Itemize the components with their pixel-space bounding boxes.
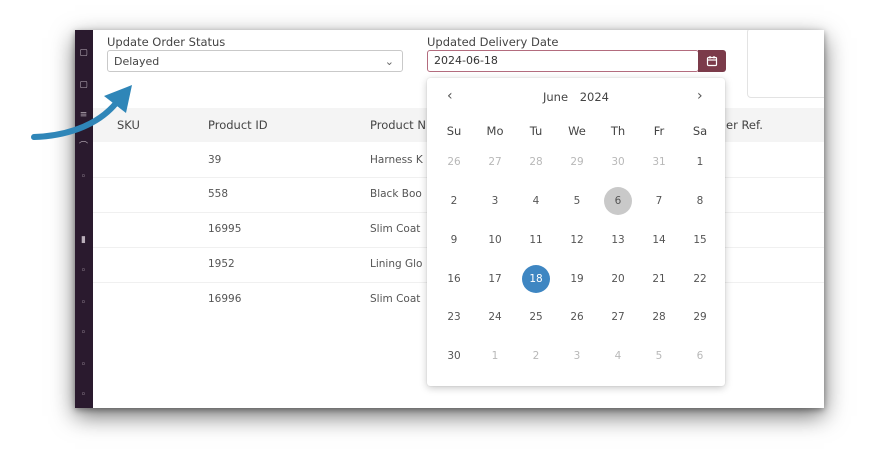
calendar-day[interactable]: 6 bbox=[604, 187, 632, 215]
sidebar: ▢ ▢ ≡ ⌒ ◦ ▮ ◦ ◦ ◦ ◦ ◦ bbox=[75, 30, 93, 408]
calendar-day[interactable]: 31 bbox=[645, 148, 673, 176]
delivery-date-input[interactable]: 2024-06-18 bbox=[427, 50, 699, 72]
calendar-day[interactable]: 26 bbox=[563, 303, 591, 331]
product-id-cell: 16995 bbox=[208, 223, 242, 235]
product-id-cell: 16996 bbox=[208, 293, 242, 305]
calendar-day[interactable]: 5 bbox=[563, 187, 591, 215]
calendar-icon bbox=[706, 56, 718, 67]
column-header-product-name[interactable]: Product N bbox=[370, 118, 426, 132]
sidebar-icon[interactable]: ▮ bbox=[78, 235, 89, 245]
sidebar-icon[interactable]: ≡ bbox=[78, 110, 89, 120]
calendar-day[interactable]: 29 bbox=[563, 148, 591, 176]
weekday-label: Mo bbox=[486, 124, 504, 138]
product-id-cell: 1952 bbox=[208, 258, 235, 270]
status-select[interactable]: Delayed ⌄ bbox=[107, 50, 403, 72]
calendar-day[interactable]: 8 bbox=[686, 187, 714, 215]
sidebar-icon[interactable]: ◦ bbox=[78, 390, 89, 400]
weekday-label: Fr bbox=[653, 124, 665, 138]
calendar-day[interactable]: 13 bbox=[604, 226, 632, 254]
sidebar-icon[interactable]: ⌒ bbox=[78, 142, 89, 152]
sidebar-icon[interactable]: ◦ bbox=[78, 360, 89, 370]
calendar-day[interactable]: 9 bbox=[440, 226, 468, 254]
date-value: 2024-06-18 bbox=[434, 54, 498, 67]
product-name-cell: Lining Glo bbox=[370, 258, 423, 270]
calendar-day[interactable]: 4 bbox=[604, 342, 632, 370]
weekday-label: Sa bbox=[692, 124, 708, 138]
calendar-day[interactable]: 25 bbox=[522, 303, 550, 331]
weekday-label: Tu bbox=[529, 124, 543, 138]
weekday-label: Su bbox=[446, 124, 462, 138]
sidebar-icon[interactable]: ◦ bbox=[78, 298, 89, 308]
calendar-day[interactable]: 2 bbox=[440, 187, 468, 215]
product-id-cell: 558 bbox=[208, 188, 229, 200]
calendar-day[interactable]: 19 bbox=[563, 265, 591, 293]
calendar-day[interactable]: 28 bbox=[522, 148, 550, 176]
calendar-day[interactable]: 11 bbox=[522, 226, 550, 254]
calendar-day[interactable]: 27 bbox=[604, 303, 632, 331]
calendar-day[interactable]: 5 bbox=[645, 342, 673, 370]
calendar-day[interactable]: 10 bbox=[481, 226, 509, 254]
date-label: Updated Delivery Date bbox=[427, 35, 559, 49]
summary-card bbox=[747, 30, 824, 98]
calendar-day[interactable]: 24 bbox=[481, 303, 509, 331]
calendar-day[interactable]: 23 bbox=[440, 303, 468, 331]
sidebar-icon[interactable]: ◦ bbox=[78, 172, 89, 182]
calendar-day[interactable]: 17 bbox=[481, 265, 509, 293]
column-header-order-ref[interactable]: er Ref. bbox=[726, 118, 763, 132]
calendar-day[interactable]: 2 bbox=[522, 342, 550, 370]
calendar-day[interactable]: 1 bbox=[481, 342, 509, 370]
weekday-label: We bbox=[568, 124, 586, 138]
calendar-day[interactable]: 15 bbox=[686, 226, 714, 254]
calendar-day[interactable]: 28 bbox=[645, 303, 673, 331]
date-picker: ‹ June 2024 › Su Mo Tu We Th Fr Sa 26 27 28 29 30 3… bbox=[427, 78, 725, 386]
calendar-day[interactable]: 4 bbox=[522, 187, 550, 215]
calendar-day[interactable]: 3 bbox=[481, 187, 509, 215]
column-header-sku[interactable]: SKU bbox=[117, 118, 140, 132]
product-name-cell: Harness K bbox=[370, 154, 423, 166]
weekday-label: Th bbox=[610, 124, 626, 138]
calendar-day[interactable]: 27 bbox=[481, 148, 509, 176]
status-label: Update Order Status bbox=[107, 35, 226, 49]
calendar-day[interactable]: 22 bbox=[686, 265, 714, 293]
calendar-day[interactable]: 1 bbox=[686, 148, 714, 176]
next-month-button[interactable]: › bbox=[697, 88, 703, 104]
calendar-day[interactable]: 21 bbox=[645, 265, 673, 293]
calendar-day[interactable]: 18 bbox=[522, 265, 550, 293]
month-label[interactable]: June bbox=[543, 90, 568, 104]
product-name-cell: Black Boo bbox=[370, 188, 422, 200]
month-year-title: June 2024 bbox=[427, 90, 725, 104]
product-name-cell: Slim Coat bbox=[370, 223, 421, 235]
product-name-cell: Slim Coat bbox=[370, 293, 421, 305]
calendar-day[interactable]: 29 bbox=[686, 303, 714, 331]
calendar-day[interactable]: 20 bbox=[604, 265, 632, 293]
product-id-cell: 39 bbox=[208, 154, 222, 166]
calendar-day[interactable]: 12 bbox=[563, 226, 591, 254]
calendar-day[interactable]: 30 bbox=[440, 342, 468, 370]
sidebar-icon[interactable]: ◦ bbox=[78, 328, 89, 338]
calendar-day[interactable]: 6 bbox=[686, 342, 714, 370]
column-header-product-id[interactable]: Product ID bbox=[208, 118, 268, 132]
calendar-day[interactable]: 14 bbox=[645, 226, 673, 254]
calendar-day[interactable]: 7 bbox=[645, 187, 673, 215]
calendar-day[interactable]: 30 bbox=[604, 148, 632, 176]
sidebar-icon[interactable]: ▢ bbox=[78, 80, 89, 90]
sidebar-icon[interactable]: ◦ bbox=[78, 266, 89, 276]
calendar-day[interactable]: 3 bbox=[563, 342, 591, 370]
date-picker-header: ‹ June 2024 › bbox=[427, 78, 725, 116]
chevron-down-icon: ⌄ bbox=[384, 55, 394, 68]
calendar-day[interactable]: 26 bbox=[440, 148, 468, 176]
calendar-button[interactable] bbox=[698, 50, 726, 72]
sidebar-icon[interactable]: ▢ bbox=[78, 48, 89, 58]
year-label[interactable]: 2024 bbox=[580, 90, 609, 104]
calendar-day[interactable]: 16 bbox=[440, 265, 468, 293]
status-value: Delayed bbox=[114, 55, 160, 68]
